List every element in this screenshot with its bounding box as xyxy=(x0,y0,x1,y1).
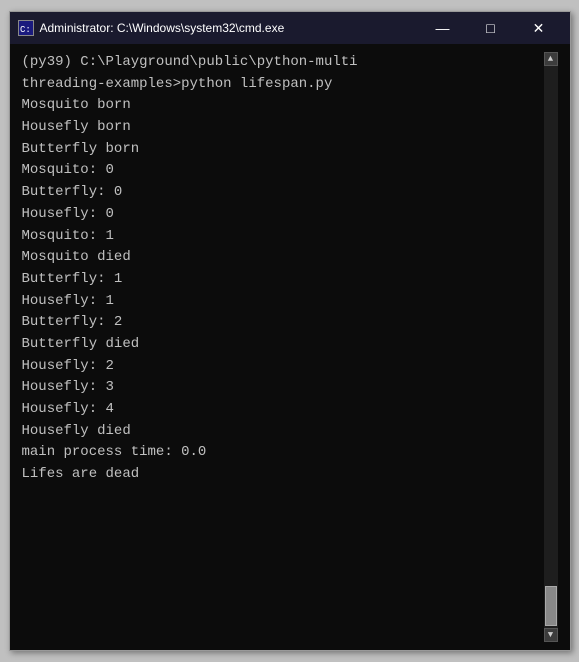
cmd-icon: C: xyxy=(18,20,34,36)
console-line: Mosquito born xyxy=(22,95,544,117)
title-bar-left: C: Administrator: C:\Windows\system32\cm… xyxy=(18,20,285,36)
scroll-up-arrow[interactable]: ▲ xyxy=(544,52,558,66)
console-line: (py39) C:\Playground\public\python-multi xyxy=(22,52,544,74)
console-line: Butterfly: 1 xyxy=(22,269,544,291)
minimize-button[interactable]: — xyxy=(420,15,466,41)
console-line: threading-examples>python lifespan.py xyxy=(22,74,544,96)
title-bar: C: Administrator: C:\Windows\system32\cm… xyxy=(10,12,570,44)
console-line: Housefly: 0 xyxy=(22,204,544,226)
console-line: Housefly: 3 xyxy=(22,377,544,399)
svg-text:C:: C: xyxy=(20,25,31,35)
console-line: main process time: 0.0 xyxy=(22,442,544,464)
scrollbar-track[interactable] xyxy=(544,66,558,628)
console-line: Housefly born xyxy=(22,117,544,139)
window-title: Administrator: C:\Windows\system32\cmd.e… xyxy=(40,21,285,35)
close-button[interactable]: ✕ xyxy=(516,15,562,41)
console-line: Housefly: 2 xyxy=(22,356,544,378)
console-line: Butterfly: 2 xyxy=(22,312,544,334)
scrollbar-thumb[interactable] xyxy=(545,586,557,626)
cmd-window: C: Administrator: C:\Windows\system32\cm… xyxy=(9,11,571,651)
console-body: (py39) C:\Playground\public\python-multi… xyxy=(10,44,570,650)
console-line: Housefly: 4 xyxy=(22,399,544,421)
console-line: Mosquito: 1 xyxy=(22,226,544,248)
console-line: Mosquito: 0 xyxy=(22,160,544,182)
scrollbar[interactable]: ▲ ▼ xyxy=(544,52,558,642)
console-content: (py39) C:\Playground\public\python-multi… xyxy=(22,52,544,642)
console-line: Butterfly born xyxy=(22,139,544,161)
console-line: Housefly died xyxy=(22,421,544,443)
maximize-button[interactable]: □ xyxy=(468,15,514,41)
console-line: Lifes are dead xyxy=(22,464,544,486)
console-line: Butterfly: 0 xyxy=(22,182,544,204)
window-controls: — □ ✕ xyxy=(420,15,562,41)
console-line: Mosquito died xyxy=(22,247,544,269)
scroll-down-arrow[interactable]: ▼ xyxy=(544,628,558,642)
console-line: Butterfly died xyxy=(22,334,544,356)
console-line: Housefly: 1 xyxy=(22,291,544,313)
